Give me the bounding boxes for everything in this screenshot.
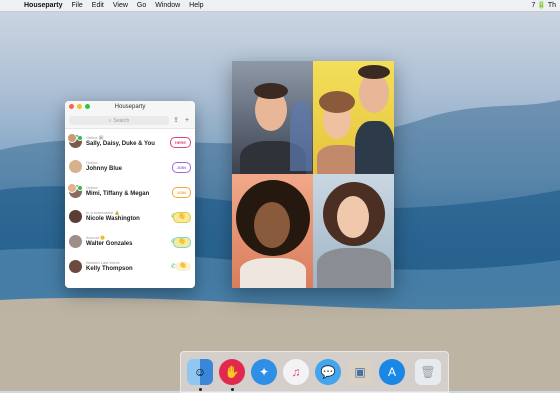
avatar [67,133,77,143]
contact-row[interactable]: Online 🗓 Sally, Daisy, Duke & You HERE [65,129,195,154]
avatar-group [69,260,82,273]
contact-name: Walter Gonzales [86,241,133,247]
window-titlebar[interactable]: Houseparty [65,101,195,113]
contact-row[interactable]: Online Mimi, Tiffany & Megan JOIN [65,179,195,204]
menu-go[interactable]: Go [137,2,146,9]
zoom-window-button[interactable] [85,104,90,109]
preview-icon[interactable]: ▣ [347,359,373,385]
avatar [67,183,77,193]
itunes-icon[interactable]: ♫ [283,359,309,385]
dock: ☺ ✋ ✦ ♫ 💬 ▣ A 🗑 [180,351,449,393]
contact-row[interactable]: Wanted Last Week Kelly Thompson ✆ 👋 [65,254,195,279]
contact-row[interactable]: Around 🙂 Walter Gonzales ✆ 👋 [65,229,195,254]
minimize-window-button[interactable] [77,104,82,109]
contact-name: Johnny Blue [86,166,123,172]
video-tile-participant-3[interactable] [232,174,313,288]
wave-button[interactable]: 👋 [173,212,191,223]
contact-name: Mimi, Tiffany & Megan [86,191,150,197]
participant-body [240,258,306,288]
menu-view[interactable]: View [113,2,128,9]
participant-body [317,248,391,288]
avatar [69,260,82,273]
menu-edit[interactable]: Edit [92,2,104,9]
menu-window[interactable]: Window [155,2,180,9]
contact-row[interactable]: Online Johnny Blue JOIN [65,154,195,179]
trash-icon[interactable]: 🗑 [415,359,441,385]
video-call-grid [232,61,394,288]
close-window-button[interactable] [69,104,74,109]
menu-file[interactable]: File [72,2,83,9]
wave-button[interactable]: 👋 [175,262,191,271]
menu-help[interactable]: Help [189,2,203,9]
participant-face [359,73,389,113]
messages-icon[interactable]: 💬 [315,359,341,385]
avatar-group [67,133,83,148]
search-row: ⌕ Search ⇪ + [65,113,195,129]
finder-icon[interactable]: ☺ [187,359,213,385]
search-placeholder: Search [113,117,130,124]
menubar-status-text[interactable]: 7 🔋 Th [531,0,556,11]
search-input[interactable]: ⌕ Search [69,116,169,125]
join-button[interactable]: JOIN [171,187,191,198]
participant-hair [358,65,390,79]
search-icon: ⌕ [108,117,112,124]
contact-name: Kelly Thompson [86,266,133,272]
participant-face [254,202,290,248]
join-button[interactable]: JOIN [171,162,191,173]
contact-row[interactable]: In a screenshot 🔒 Nicole Washington ✆ 👋 [65,204,195,229]
avatar-group [69,210,82,223]
here-button[interactable]: HERE [169,137,191,148]
houseparty-window: Houseparty ⌕ Search ⇪ + Online 🗓 Sally, … [65,101,195,288]
add-friend-button[interactable]: + [183,117,191,125]
contact-name: Nicole Washington [86,216,140,222]
avatar-group [69,160,82,173]
participant-hair [254,83,288,99]
wave-button[interactable]: 👋 [173,237,191,248]
avatar [69,235,82,248]
app-store-icon[interactable]: A [379,359,405,385]
houseparty-icon[interactable]: ✋ [219,359,245,385]
participant-face [337,196,369,238]
menu-app-name[interactable]: Houseparty [24,2,63,9]
video-tile-participant-2[interactable] [313,61,394,174]
background-seat [290,101,312,171]
avatar-group [67,183,83,198]
safari-icon[interactable]: ✦ [251,359,277,385]
participant-hair [319,91,355,113]
participant-body [355,121,394,174]
video-tile-participant-1[interactable] [232,61,313,174]
avatar-group [69,235,82,248]
contact-name: Sally, Daisy, Duke & You [86,141,155,147]
share-icon[interactable]: ⇪ [172,117,180,125]
video-tile-participant-4[interactable] [313,174,394,288]
menu-bar: Houseparty File Edit View Go Window Help… [0,0,560,12]
avatar [69,160,82,173]
avatar [69,210,82,223]
online-indicator [77,135,83,141]
online-indicator [77,185,83,191]
